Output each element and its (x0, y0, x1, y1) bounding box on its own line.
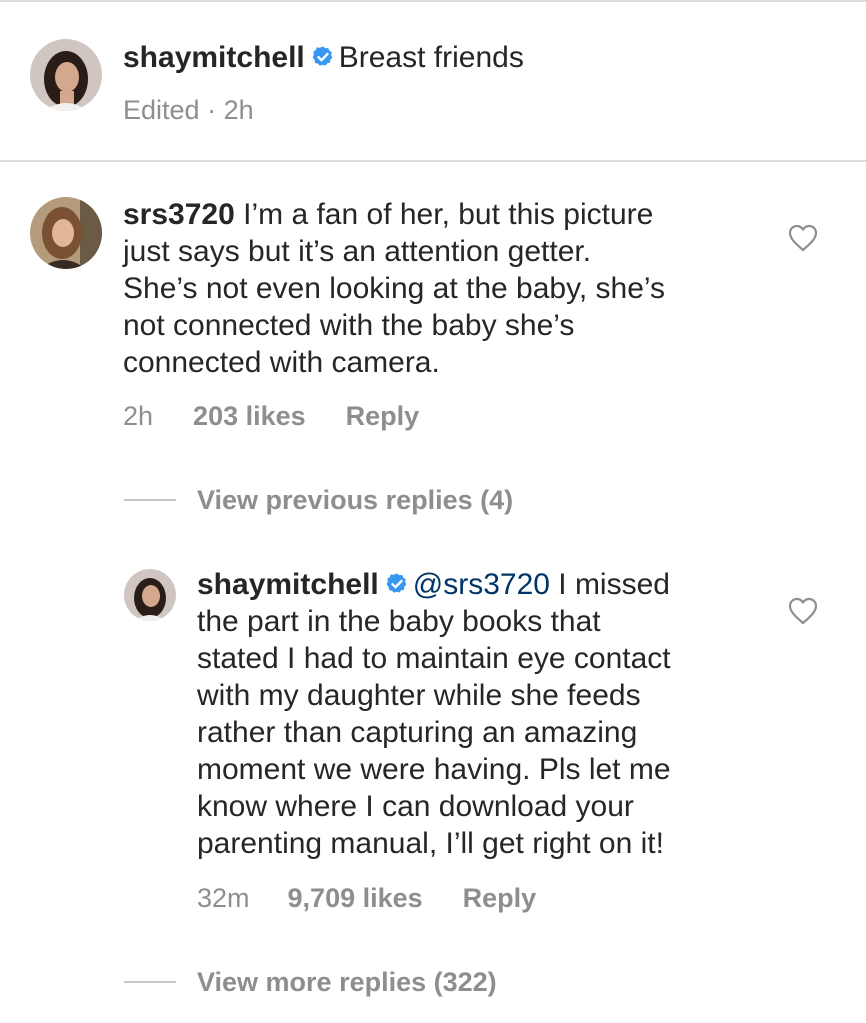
reply-body: shaymitchell @srs3720 I missed the part in… (197, 566, 817, 862)
reply-likes[interactable]: 9,709 likes (288, 881, 423, 915)
comment-likes[interactable]: 203 likes (193, 399, 306, 433)
reply-username[interactable]: shaymitchell (197, 568, 379, 601)
view-more-replies-label[interactable]: View more replies (322) (197, 964, 497, 1000)
reply-avatar[interactable] (124, 569, 176, 621)
edited-label: Edited (123, 95, 200, 125)
comment-time: 2h (123, 401, 154, 431)
comment-meta: 2h 203 likes Reply (123, 399, 419, 433)
caption-meta: Edited · 2h (123, 92, 254, 128)
reply-text: the part in the baby books that stated I… (197, 605, 671, 860)
comment-body: srs3720 I’m a fan of her, but this pictu… (123, 196, 823, 381)
verified-badge-icon (385, 572, 409, 596)
reply-time: 32m (197, 883, 250, 913)
caption-avatar[interactable] (30, 39, 102, 111)
heart-outline-icon (788, 224, 818, 252)
reply-reply-button[interactable]: Reply (463, 881, 537, 915)
verified-badge-icon (311, 45, 335, 69)
reply-text-first: I missed (549, 568, 670, 601)
replies-dash (124, 981, 176, 983)
top-border (0, 0, 866, 2)
caption-text: Breast friends (338, 41, 524, 74)
comment-avatar[interactable] (30, 197, 102, 269)
caption-divider (0, 160, 866, 162)
caption-time: 2h (223, 95, 254, 125)
replies-dash (124, 499, 176, 501)
reply-like-button[interactable] (788, 597, 818, 625)
comment-reply-button[interactable]: Reply (346, 399, 420, 433)
comment-like-button[interactable] (788, 224, 818, 252)
comment-username[interactable]: srs3720 (123, 198, 235, 231)
view-previous-replies-label[interactable]: View previous replies (4) (197, 482, 513, 518)
meta-separator: · (207, 95, 217, 125)
reply-mention[interactable]: @srs3720 (413, 568, 550, 601)
caption-line: shaymitchell Breast friends (123, 38, 524, 78)
caption-username[interactable]: shaymitchell (123, 41, 305, 74)
reply-meta: 32m 9,709 likes Reply (197, 881, 536, 915)
heart-outline-icon (788, 597, 818, 625)
